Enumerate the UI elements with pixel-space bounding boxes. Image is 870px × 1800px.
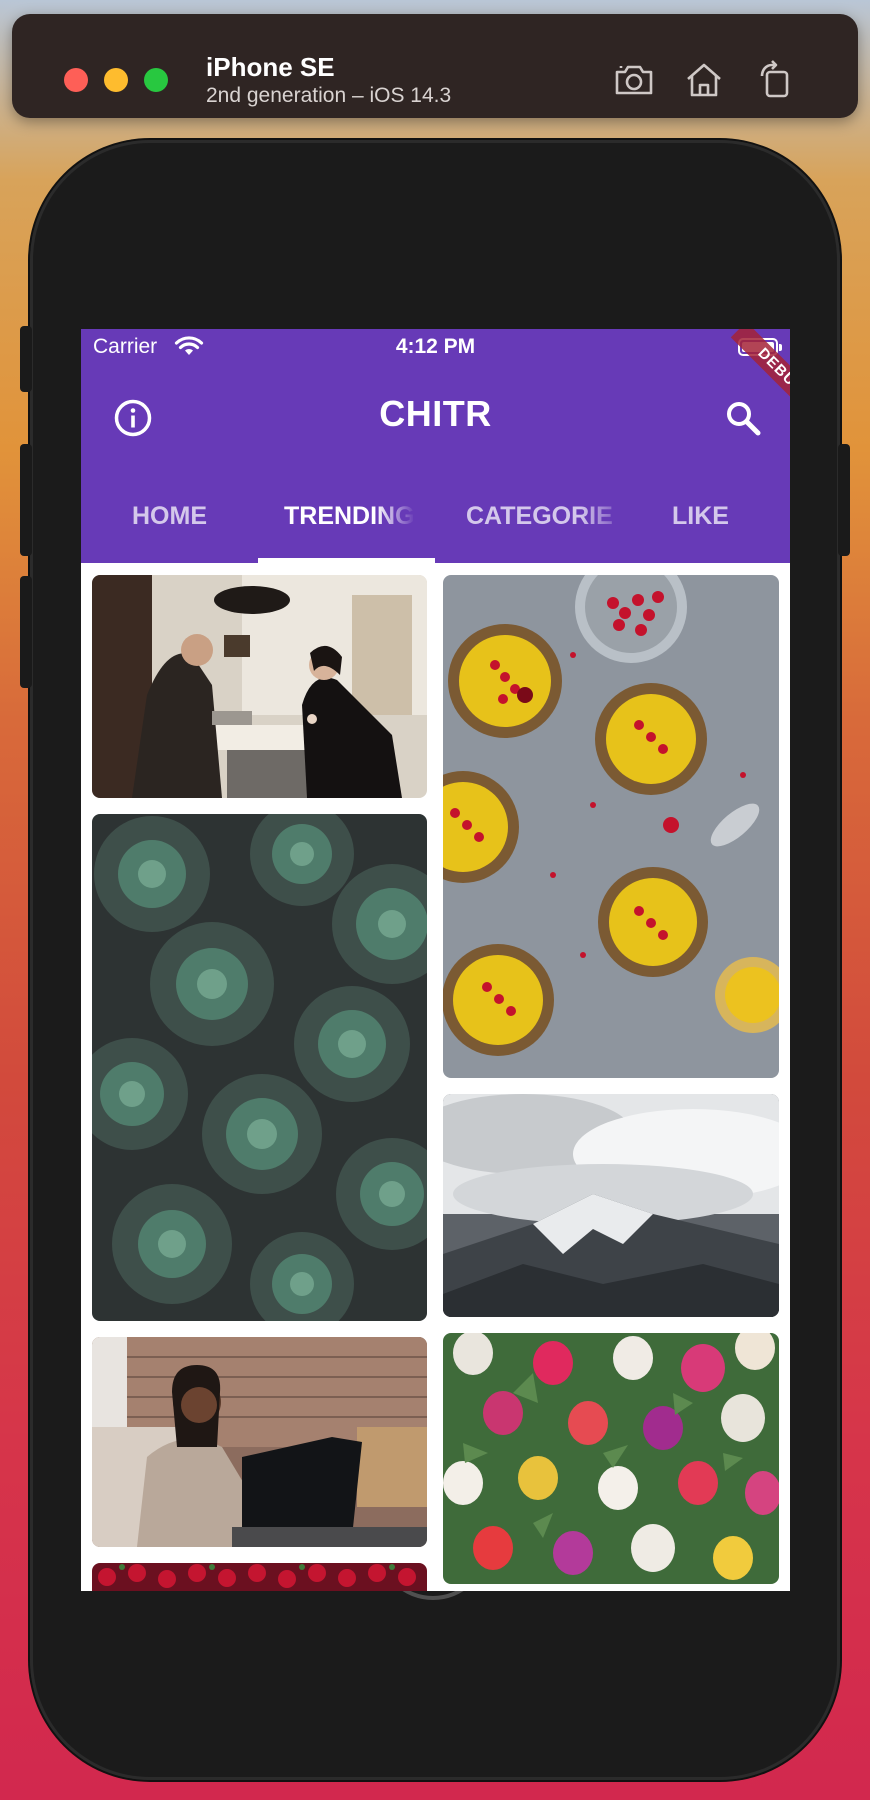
image-tile-tulips[interactable] bbox=[443, 1333, 779, 1584]
app-bar: Carrier 4:12 PM CHITR HOME TRENDING CATE… bbox=[81, 329, 790, 563]
image-tile-woman-with-laptop[interactable] bbox=[92, 1337, 427, 1547]
close-window-button[interactable] bbox=[64, 68, 88, 92]
tab-home-label: HOME bbox=[132, 501, 207, 530]
people-at-kitchen-table-photo bbox=[92, 575, 427, 798]
tab-like[interactable]: LIKE bbox=[612, 469, 789, 563]
image-tile-snowy-mountain[interactable] bbox=[443, 1094, 779, 1317]
tab-trending-label: TRENDING bbox=[284, 501, 415, 530]
volume-down-button bbox=[20, 576, 32, 688]
woman-with-laptop-photo bbox=[92, 1337, 427, 1547]
simulator-device-subtitle: 2nd generation – iOS 14.3 bbox=[206, 84, 452, 107]
berries-photo bbox=[92, 1563, 427, 1591]
tulips-photo bbox=[443, 1333, 779, 1584]
app-title: CHITR bbox=[379, 393, 492, 434]
toolbar: CHITR bbox=[81, 369, 790, 469]
image-tile-succulents[interactable] bbox=[92, 814, 427, 1321]
search-icon[interactable] bbox=[723, 398, 763, 438]
volume-up-button bbox=[20, 444, 32, 556]
power-button bbox=[838, 444, 850, 556]
image-tile-berries[interactable] bbox=[92, 1563, 427, 1591]
tab-bar: HOME TRENDING CATEGORIES LIKE bbox=[81, 469, 790, 563]
tab-categories-label: CATEGORIES bbox=[466, 501, 612, 530]
tab-home[interactable]: HOME bbox=[81, 469, 258, 563]
simulator-title-bar: iPhone SE 2nd generation – iOS 14.3 bbox=[12, 14, 858, 118]
info-icon[interactable] bbox=[113, 398, 153, 438]
tab-trending[interactable]: TRENDING bbox=[258, 469, 435, 563]
app-screen: Carrier 4:12 PM CHITR HOME TRENDING CATE… bbox=[81, 329, 790, 1591]
mute-switch bbox=[20, 326, 32, 392]
tab-like-label: LIKE bbox=[672, 501, 729, 530]
minimize-window-button[interactable] bbox=[104, 68, 128, 92]
status-bar: Carrier 4:12 PM bbox=[81, 329, 790, 369]
image-tile-people-at-kitchen-table[interactable] bbox=[92, 575, 427, 798]
image-tile-fruit-tarts[interactable] bbox=[443, 575, 779, 1078]
status-time: 4:12 PM bbox=[395, 335, 476, 358]
snowy-mountain-photo bbox=[443, 1094, 779, 1317]
simulator-device-name: iPhone SE bbox=[206, 52, 335, 82]
succulents-photo bbox=[92, 814, 427, 1321]
home-icon[interactable] bbox=[682, 58, 726, 102]
fruit-tarts-photo bbox=[443, 575, 779, 1078]
tab-categories[interactable]: CATEGORIES bbox=[435, 469, 612, 563]
zoom-window-button[interactable] bbox=[144, 68, 168, 92]
rotate-icon[interactable] bbox=[754, 58, 798, 102]
screenshot-icon[interactable] bbox=[612, 58, 656, 102]
